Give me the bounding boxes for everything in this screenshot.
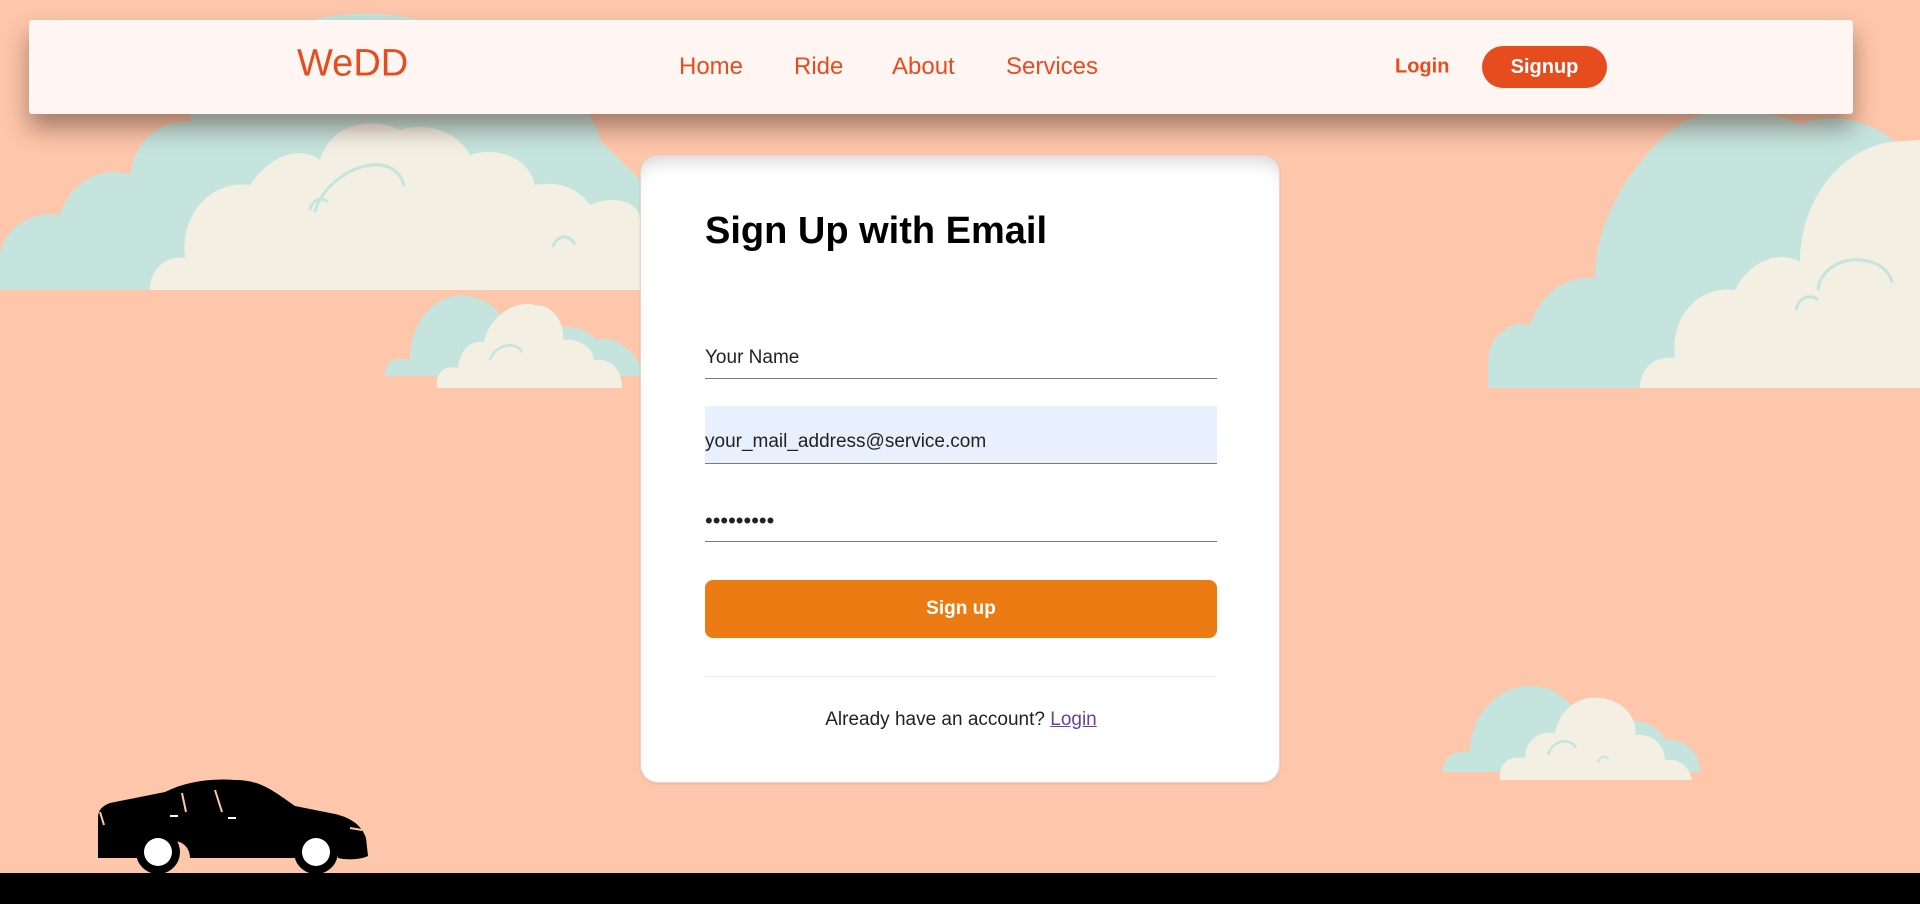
- email-field[interactable]: [705, 406, 1217, 464]
- car-icon: [98, 779, 368, 874]
- password-field[interactable]: [705, 506, 1217, 542]
- nav-link-about[interactable]: About: [892, 53, 955, 81]
- cloud-icon: [1488, 109, 1920, 389]
- divider: [705, 676, 1217, 677]
- cloud-icon: [385, 295, 640, 388]
- login-prompt: Already have an account? Login: [641, 709, 1281, 731]
- signup-submit-button[interactable]: Sign up: [705, 580, 1217, 638]
- login-prompt-text: Already have an account?: [825, 709, 1045, 730]
- nav-link-services[interactable]: Services: [1006, 53, 1098, 81]
- nav-link-home[interactable]: Home: [679, 53, 743, 81]
- cloud-icon: [1443, 685, 1700, 780]
- signup-title: Sign Up with Email: [705, 210, 1048, 252]
- login-link[interactable]: Login: [1050, 709, 1097, 730]
- top-navbar: WeDD Home Ride About Services Login Sign…: [29, 20, 1853, 114]
- nav-login-link[interactable]: Login: [1395, 56, 1449, 79]
- name-field[interactable]: [705, 343, 1217, 379]
- ground-strip: [0, 873, 1920, 904]
- nav-signup-button[interactable]: Signup: [1482, 46, 1607, 88]
- nav-link-ride[interactable]: Ride: [794, 53, 843, 81]
- brand-logo[interactable]: WeDD: [297, 43, 408, 86]
- signup-card: Sign Up with Email Sign up Already have …: [640, 155, 1280, 783]
